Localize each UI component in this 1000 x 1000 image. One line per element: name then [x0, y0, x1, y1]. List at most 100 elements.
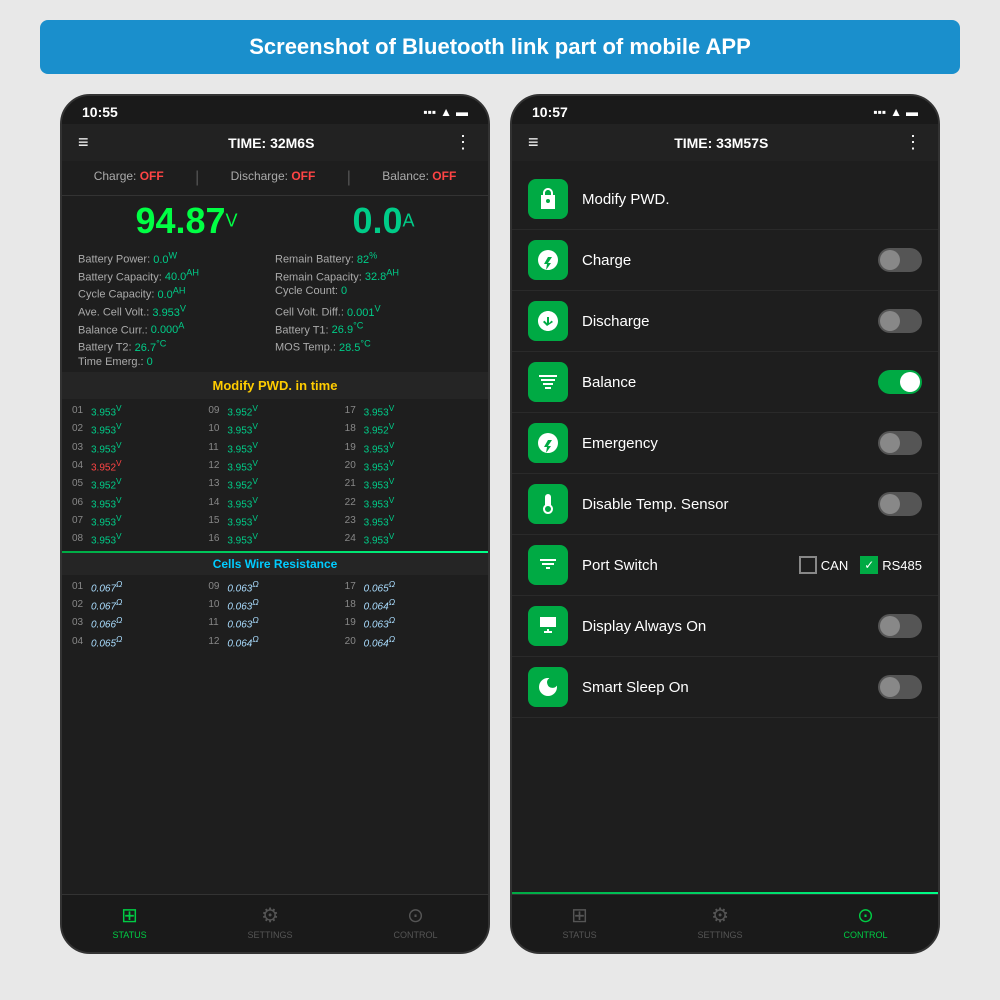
- left-phone-content: Charge: OFF | Discharge: OFF | Balance: …: [62, 161, 488, 894]
- left-menu-icon[interactable]: ≡: [78, 132, 89, 153]
- voltage-display: 94.87V: [135, 200, 237, 242]
- sleep-label: Smart Sleep On: [582, 679, 878, 696]
- left-bottom-nav: ⊞ STATUS ⚙ SETTINGS ⊙ CONTROL: [62, 894, 488, 952]
- discharge-toggle[interactable]: [878, 309, 922, 333]
- right-phone-content: Modify PWD. Charge: [512, 161, 938, 892]
- left-app-title: TIME: 32M6S: [228, 135, 314, 151]
- stat-cycle-count: Cycle Count: 0: [275, 285, 472, 301]
- right-app-title: TIME: 33M57S: [674, 135, 768, 151]
- current-display: 0.0A: [352, 200, 414, 242]
- resistance-table: 010.067Ω 090.063Ω 170.065Ω 020.067Ω 100.…: [62, 575, 488, 653]
- voltage-row: 94.87V 0.0A: [62, 196, 488, 246]
- control-emergency[interactable]: Emergency: [512, 413, 938, 474]
- r-control-label: CONTROL: [843, 930, 887, 940]
- right-bottom-nav: ⊞ STATUS ⚙ SETTINGS ⊙ CONTROL: [512, 894, 938, 952]
- control-temp-sensor[interactable]: Disable Temp. Sensor: [512, 474, 938, 535]
- display-toggle[interactable]: [878, 614, 922, 638]
- charge-label: Charge: [582, 252, 878, 269]
- signal-icon: ▪▪▪: [423, 105, 436, 119]
- sleep-toggle[interactable]: [878, 675, 922, 699]
- settings-label: SETTINGS: [248, 930, 293, 940]
- cell-13: 133.952V: [208, 476, 341, 491]
- left-nav-control[interactable]: ⊙ CONTROL: [393, 903, 437, 940]
- emergency-icon-bg: [528, 423, 568, 463]
- right-nav-settings[interactable]: ⚙ SETTINGS: [698, 903, 743, 940]
- right-more-icon[interactable]: ⋮: [904, 132, 922, 153]
- emergency-toggle[interactable]: [878, 431, 922, 455]
- right-app-header: ≡ TIME: 33M57S ⋮: [512, 124, 938, 161]
- cell-08: 083.953V: [72, 531, 205, 546]
- modify-pwd-label: Modify PWD.: [582, 191, 922, 208]
- control-balance[interactable]: Balance: [512, 352, 938, 413]
- left-status-bar: 10:55 ▪▪▪ ▲ ▬: [62, 96, 488, 124]
- res-03: 030.066Ω: [72, 615, 205, 630]
- right-nav-status[interactable]: ⊞ STATUS: [562, 903, 596, 940]
- right-phone: 10:57 ▪▪▪ ▲ ▬ ≡ TIME: 33M57S ⋮: [510, 94, 940, 954]
- stat-cycle-cap: Cycle Capacity: 0.0AH: [78, 285, 275, 301]
- cell-20: 203.953V: [345, 458, 478, 473]
- page-wrapper: Screenshot of Bluetooth link part of mob…: [0, 0, 1000, 1000]
- right-nav-control[interactable]: ⊙ CONTROL: [843, 903, 887, 940]
- settings-icon: ⚙: [261, 903, 279, 928]
- control-list: Modify PWD. Charge: [512, 161, 938, 892]
- cell-19: 193.953V: [345, 440, 478, 455]
- sleep-icon-bg: [528, 667, 568, 707]
- charge-bar: Charge: OFF | Discharge: OFF | Balance: …: [62, 161, 488, 196]
- left-app-header: ≡ TIME: 32M6S ⋮: [62, 124, 488, 161]
- stat-battery-power: Battery Power: 0.0W: [78, 250, 275, 266]
- control-label: CONTROL: [393, 930, 437, 940]
- cell-01: 013.953V: [72, 403, 205, 418]
- discharge-label: Discharge: [582, 313, 878, 330]
- rs485-checkbox[interactable]: ✓: [860, 556, 878, 574]
- charge-icon-bg: [528, 240, 568, 280]
- discharge-icon: [536, 309, 560, 333]
- left-nav-status[interactable]: ⊞ STATUS: [112, 903, 146, 940]
- charge-toggle[interactable]: [878, 248, 922, 272]
- temp-toggle[interactable]: [878, 492, 922, 516]
- left-status-icons: ▪▪▪ ▲ ▬: [423, 105, 468, 119]
- can-checkbox[interactable]: [799, 556, 817, 574]
- stat-cell-diff: Cell Volt. Diff.: 0.001V: [275, 303, 472, 319]
- stat-balance-curr: Balance Curr.: 0.000A: [78, 321, 275, 337]
- res-20: 200.064Ω: [345, 634, 478, 649]
- stat-ave-cell: Ave. Cell Volt.: 3.953V: [78, 303, 275, 319]
- stats-grid: Battery Power: 0.0W Remain Battery: 82% …: [62, 246, 488, 372]
- header-banner: Screenshot of Bluetooth link part of mob…: [40, 20, 960, 74]
- page-title: Screenshot of Bluetooth link part of mob…: [60, 34, 940, 60]
- right-menu-icon[interactable]: ≡: [528, 132, 539, 153]
- res-02: 020.067Ω: [72, 597, 205, 612]
- control-discharge[interactable]: Discharge: [512, 291, 938, 352]
- cell-06: 063.953V: [72, 495, 205, 510]
- left-more-icon[interactable]: ⋮: [454, 132, 472, 153]
- resistance-section-title: Cells Wire Resistance: [62, 553, 488, 575]
- can-label: CAN: [821, 558, 848, 573]
- cell-16: 163.953V: [208, 531, 341, 546]
- control-display-always[interactable]: Display Always On: [512, 596, 938, 657]
- status-label: STATUS: [112, 930, 146, 940]
- control-smart-sleep[interactable]: Smart Sleep On: [512, 657, 938, 718]
- res-17: 170.065Ω: [345, 579, 478, 594]
- rs485-option[interactable]: ✓ RS485: [860, 556, 922, 574]
- lock-icon: [536, 187, 560, 211]
- can-option[interactable]: CAN: [799, 556, 848, 574]
- left-phone: 10:55 ▪▪▪ ▲ ▬ ≡ TIME: 32M6S ⋮ Charge: OF…: [60, 94, 490, 954]
- balance-toggle[interactable]: [878, 370, 922, 394]
- rs485-label: RS485: [882, 558, 922, 573]
- control-port-switch[interactable]: Port Switch CAN ✓ RS485: [512, 535, 938, 596]
- stat-battery-t1: Battery T1: 26.9°C: [275, 321, 472, 337]
- charge-status: Charge: OFF: [94, 169, 164, 187]
- voltage-value: 94.87: [135, 200, 225, 241]
- control-charge[interactable]: Charge: [512, 230, 938, 291]
- left-nav-settings[interactable]: ⚙ SETTINGS: [248, 903, 293, 940]
- control-modify-pwd[interactable]: Modify PWD.: [512, 169, 938, 230]
- stat-time-emerg: Time Emerg.: 0: [78, 356, 275, 368]
- current-value: 0.0: [352, 200, 402, 241]
- cell-11: 113.953V: [208, 440, 341, 455]
- cell-24: 243.953V: [345, 531, 478, 546]
- r-settings-icon: ⚙: [711, 903, 729, 928]
- cell-10: 103.953V: [208, 421, 341, 436]
- res-19: 190.063Ω: [345, 615, 478, 630]
- cell-14: 143.953V: [208, 495, 341, 510]
- stat-remain-cap: Remain Capacity: 32.8AH: [275, 268, 472, 284]
- cell-04: 043.952V: [72, 458, 205, 473]
